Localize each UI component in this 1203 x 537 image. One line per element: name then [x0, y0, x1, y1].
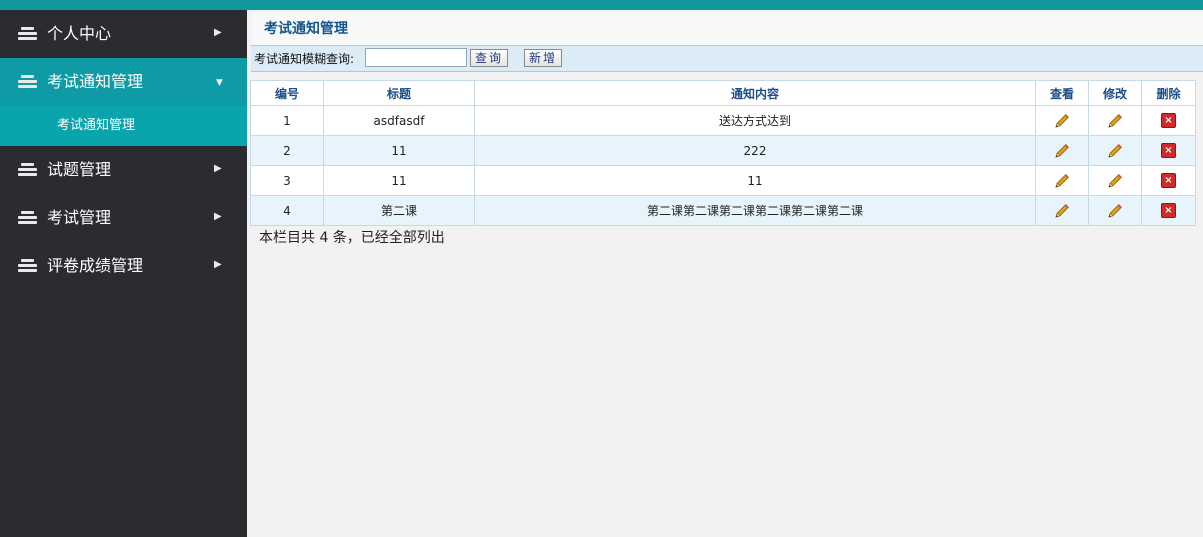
- search-bar: 考试通知模糊查询: 查询 新增: [251, 45, 1203, 72]
- view-cell: [1035, 135, 1089, 166]
- search-button[interactable]: 查询: [470, 49, 508, 67]
- sidebar-item-label: 个人中心: [47, 24, 112, 43]
- pencil-icon[interactable]: [1107, 143, 1123, 159]
- cell-id: 4: [250, 195, 324, 226]
- view-cell: [1035, 195, 1089, 226]
- cell-title: asdfasdf: [323, 105, 475, 136]
- stack-icon: [18, 162, 37, 178]
- column-header-title: 标题: [323, 80, 475, 106]
- pencil-icon[interactable]: [1054, 203, 1070, 219]
- caret-right-icon: ▶: [214, 259, 222, 270]
- edit-cell: [1088, 105, 1142, 136]
- sidebar-item-personal-center[interactable]: 个人中心 ▶: [0, 10, 247, 58]
- cell-content: 送达方式达到: [474, 105, 1036, 136]
- delete-icon[interactable]: ×: [1161, 173, 1176, 188]
- cell-id: 2: [250, 135, 324, 166]
- pencil-icon[interactable]: [1054, 143, 1070, 159]
- pencil-icon[interactable]: [1107, 203, 1123, 219]
- stack-icon: [18, 74, 37, 90]
- notice-table: 编号 标题 通知内容 查看 修改 删除 1 asdfasdf 送达方式达到 × …: [250, 80, 1196, 226]
- add-button[interactable]: 新增: [524, 49, 562, 67]
- edit-cell: [1088, 195, 1142, 226]
- edit-cell: [1088, 165, 1142, 196]
- table-row: 4 第二课 第二课第二课第二课第二课第二课第二课 ×: [250, 195, 1196, 226]
- column-header-delete: 删除: [1141, 80, 1196, 106]
- caret-down-icon: ▼: [216, 78, 223, 88]
- sidebar-subitem-label: 考试通知管理: [57, 118, 136, 133]
- pencil-icon[interactable]: [1107, 173, 1123, 189]
- caret-right-icon: ▶: [214, 211, 222, 222]
- caret-right-icon: ▶: [214, 163, 222, 174]
- sidebar-item-question-management[interactable]: 试题管理 ▶: [0, 146, 247, 194]
- edit-cell: [1088, 135, 1142, 166]
- main-content: 考试通知管理 考试通知模糊查询: 查询 新增 编号 标题 通知内容 查看 修改 …: [247, 10, 1203, 537]
- column-header-id: 编号: [250, 80, 324, 106]
- sidebar-item-label: 评卷成绩管理: [47, 256, 144, 275]
- delete-icon[interactable]: ×: [1161, 113, 1176, 128]
- table-row: 1 asdfasdf 送达方式达到 ×: [250, 105, 1196, 136]
- cell-id: 3: [250, 165, 324, 196]
- delete-cell: ×: [1141, 195, 1196, 226]
- pencil-icon[interactable]: [1054, 173, 1070, 189]
- sidebar-item-exam-notice[interactable]: 考试通知管理 ▼: [0, 58, 247, 106]
- pencil-icon[interactable]: [1054, 113, 1070, 129]
- view-cell: [1035, 165, 1089, 196]
- cell-title: 11: [323, 135, 475, 166]
- stack-icon: [18, 258, 37, 274]
- stack-icon: [18, 210, 37, 226]
- table-row: 3 11 11 ×: [250, 165, 1196, 196]
- sidebar-item-label: 试题管理: [47, 160, 112, 179]
- search-input[interactable]: [365, 48, 467, 67]
- delete-cell: ×: [1141, 165, 1196, 196]
- sidebar-item-label: 考试管理: [47, 208, 112, 227]
- delete-icon[interactable]: ×: [1161, 203, 1176, 218]
- page-title: 考试通知管理: [264, 21, 348, 37]
- cell-title: 第二课: [323, 195, 475, 226]
- delete-icon[interactable]: ×: [1161, 143, 1176, 158]
- column-header-view: 查看: [1035, 80, 1089, 106]
- sidebar-item-grading-management[interactable]: 评卷成绩管理 ▶: [0, 242, 247, 290]
- table-row: 2 11 222 ×: [250, 135, 1196, 166]
- search-label: 考试通知模糊查询:: [254, 52, 355, 66]
- delete-cell: ×: [1141, 135, 1196, 166]
- delete-cell: ×: [1141, 105, 1196, 136]
- column-header-edit: 修改: [1088, 80, 1142, 106]
- sidebar: 个人中心 ▶ 考试通知管理 ▼ 考试通知管理 试题管理 ▶ 考试管理 ▶ 评卷成…: [0, 10, 247, 537]
- column-header-content: 通知内容: [474, 80, 1036, 106]
- table-header-row: 编号 标题 通知内容 查看 修改 删除: [250, 80, 1196, 106]
- page-header: 考试通知管理: [252, 13, 1203, 46]
- sidebar-subitem-exam-notice[interactable]: 考试通知管理: [0, 106, 247, 146]
- list-summary: 本栏目共 4 条，已经全部列出: [259, 230, 445, 246]
- cell-content: 11: [474, 165, 1036, 196]
- cell-title: 11: [323, 165, 475, 196]
- sidebar-item-label: 考试通知管理: [47, 72, 144, 91]
- cell-content: 222: [474, 135, 1036, 166]
- top-accent-bar: [0, 0, 1203, 10]
- caret-right-icon: ▶: [214, 27, 222, 38]
- cell-content: 第二课第二课第二课第二课第二课第二课: [474, 195, 1036, 226]
- stack-icon: [18, 26, 37, 42]
- cell-id: 1: [250, 105, 324, 136]
- view-cell: [1035, 105, 1089, 136]
- sidebar-item-exam-management[interactable]: 考试管理 ▶: [0, 194, 247, 242]
- pencil-icon[interactable]: [1107, 113, 1123, 129]
